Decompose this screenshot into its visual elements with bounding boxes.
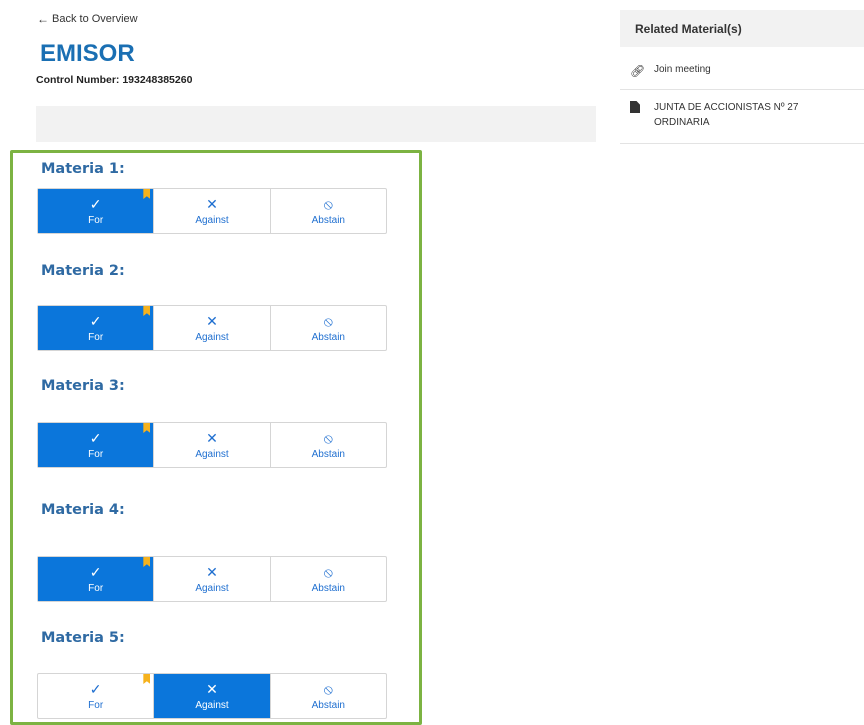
bookmark-icon bbox=[143, 674, 151, 684]
against-label: Against bbox=[195, 582, 229, 594]
against-label: Against bbox=[195, 448, 229, 460]
materia-4-label: Materia 4: bbox=[41, 502, 125, 518]
bookmark-icon bbox=[143, 189, 151, 199]
materia-2-against-button[interactable]: ✕ Against bbox=[154, 306, 271, 350]
materia-3-against-button[interactable]: ✕ Against bbox=[154, 423, 271, 467]
control-number: Control Number: 193248385260 bbox=[36, 74, 193, 86]
materia-1-against-button[interactable]: ✕ Against bbox=[154, 189, 271, 233]
materia-5-abstain-button[interactable]: ⦸ Abstain bbox=[271, 674, 386, 718]
document-label-line1: JUNTA DE ACCIONISTAS Nº 27 bbox=[654, 102, 799, 113]
materia-4-vote-group: ✓ For ✕ Against ⦸ Abstain bbox=[37, 556, 387, 602]
abstain-label: Abstain bbox=[311, 699, 345, 711]
document-icon bbox=[630, 101, 640, 113]
materia-5-label: Materia 5: bbox=[41, 630, 125, 646]
materia-3-vote-group: ✓ For ✕ Against ⦸ Abstain bbox=[37, 422, 387, 468]
bookmark-icon bbox=[143, 306, 151, 316]
check-icon: ✓ bbox=[89, 563, 102, 580]
document-icon-wrap bbox=[630, 100, 646, 113]
x-icon: ✕ bbox=[206, 312, 218, 329]
against-label: Against bbox=[195, 331, 229, 343]
materia-2-label: Materia 2: bbox=[41, 263, 125, 279]
for-label: For bbox=[88, 448, 104, 460]
bookmark-icon bbox=[143, 557, 151, 567]
x-icon: ✕ bbox=[206, 429, 218, 446]
materia-2-vote-group: ✓ For ✕ Against ⦸ Abstain bbox=[37, 305, 387, 351]
for-label: For bbox=[88, 214, 104, 226]
check-icon: ✓ bbox=[89, 195, 102, 212]
arrow-left-icon: ← bbox=[37, 12, 49, 26]
materia-5-vote-group: ✓ For ✕ Against ⦸ Abstain bbox=[37, 673, 387, 719]
materia-3-label: Materia 3: bbox=[41, 378, 125, 394]
for-label: For bbox=[88, 582, 104, 594]
check-icon: ✓ bbox=[89, 680, 102, 697]
join-meeting-link[interactable]: 🔗︎ Join meeting bbox=[620, 47, 864, 90]
against-label: Against bbox=[195, 214, 229, 226]
document-label: JUNTA DE ACCIONISTAS Nº 27 ORDINARIA bbox=[654, 100, 798, 130]
info-bar bbox=[36, 106, 596, 142]
check-icon: ✓ bbox=[89, 312, 102, 329]
voting-panel: Materia 1: ✓ For ✕ Against ⦸ Abstain Mat… bbox=[10, 150, 422, 725]
x-icon: ✕ bbox=[206, 563, 218, 580]
materia-2-for-button[interactable]: ✓ For bbox=[38, 306, 155, 350]
materia-4-against-button[interactable]: ✕ Against bbox=[154, 557, 271, 601]
abstain-label: Abstain bbox=[311, 448, 345, 460]
materia-2-abstain-button[interactable]: ⦸ Abstain bbox=[271, 306, 386, 350]
materia-3-for-button[interactable]: ✓ For bbox=[38, 423, 155, 467]
materia-4-for-button[interactable]: ✓ For bbox=[38, 557, 155, 601]
abstain-label: Abstain bbox=[311, 214, 345, 226]
materia-1-for-button[interactable]: ✓ For bbox=[38, 189, 155, 233]
for-label: For bbox=[88, 331, 104, 343]
materia-5-against-button[interactable]: ✕ Against bbox=[154, 674, 271, 718]
against-label: Against bbox=[195, 699, 229, 711]
prohibit-icon: ⦸ bbox=[323, 680, 333, 697]
bookmark-icon bbox=[143, 423, 151, 433]
materia-3-abstain-button[interactable]: ⦸ Abstain bbox=[271, 423, 386, 467]
prohibit-icon: ⦸ bbox=[323, 563, 333, 580]
for-label: For bbox=[88, 699, 104, 711]
materia-1-label: Materia 1: bbox=[41, 161, 125, 177]
materia-1-vote-group: ✓ For ✕ Against ⦸ Abstain bbox=[37, 188, 387, 234]
back-link-label: Back to Overview bbox=[52, 13, 138, 25]
prohibit-icon: ⦸ bbox=[323, 195, 333, 212]
link-icon: 🔗︎ bbox=[630, 64, 646, 78]
join-meeting-label: Join meeting bbox=[654, 64, 711, 75]
abstain-label: Abstain bbox=[311, 331, 345, 343]
materia-1-abstain-button[interactable]: ⦸ Abstain bbox=[271, 189, 386, 233]
prohibit-icon: ⦸ bbox=[323, 429, 333, 446]
related-materials-sidebar: Related Material(s) 🔗︎ Join meeting JUNT… bbox=[620, 10, 864, 144]
page-title: EMISOR bbox=[40, 40, 135, 67]
materia-4-abstain-button[interactable]: ⦸ Abstain bbox=[271, 557, 386, 601]
x-icon: ✕ bbox=[206, 680, 218, 697]
related-materials-header: Related Material(s) bbox=[620, 10, 864, 47]
x-icon: ✕ bbox=[206, 195, 218, 212]
materia-5-for-button[interactable]: ✓ For bbox=[38, 674, 155, 718]
junta-document-link[interactable]: JUNTA DE ACCIONISTAS Nº 27 ORDINARIA bbox=[620, 90, 864, 144]
check-icon: ✓ bbox=[89, 429, 102, 446]
back-to-overview-link[interactable]: ← Back to Overview bbox=[37, 13, 138, 25]
abstain-label: Abstain bbox=[311, 582, 345, 594]
document-label-line2: ORDINARIA bbox=[654, 117, 710, 128]
prohibit-icon: ⦸ bbox=[323, 312, 333, 329]
